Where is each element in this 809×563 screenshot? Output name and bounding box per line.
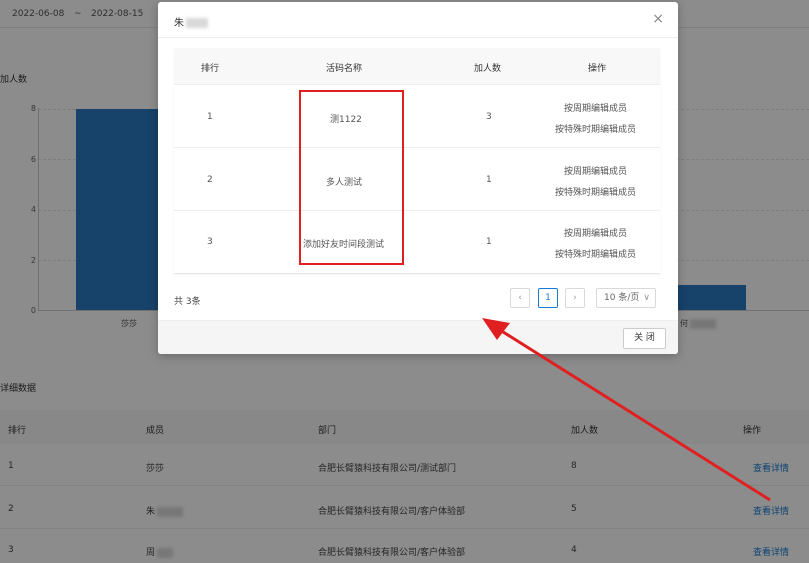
edit-by-period-link[interactable]: 按周期编辑成员 xyxy=(564,164,627,177)
row-count: 3 xyxy=(486,112,492,122)
qrcode-table-header: 排行 活码名称 加人数 操作 xyxy=(174,48,660,84)
member-detail-modal: 朱 × 排行 活码名称 加人数 操作 1 测1122 3 按周期编辑成员 按特殊… xyxy=(158,2,678,354)
page-size-label: 10 条/页 xyxy=(604,293,640,303)
total-count: 共 3条 xyxy=(174,297,201,307)
qrcode-table: 排行 活码名称 加人数 操作 1 测1122 3 按周期编辑成员 按特殊时期编辑… xyxy=(174,48,660,274)
table-row: 1 测1122 3 按周期编辑成员 按特殊时期编辑成员 xyxy=(174,84,660,147)
modal-footer: 关 闭 xyxy=(158,320,678,354)
page-size-select[interactable]: 10 条/页 ∨ xyxy=(596,288,656,308)
row-rank: 1 xyxy=(207,112,213,122)
table-row: 2 多人测试 1 按周期编辑成员 按特殊时期编辑成员 xyxy=(174,147,660,210)
pagination: 共 3条 ‹ 1 › 10 条/页 ∨ xyxy=(158,284,678,314)
edit-by-special-period-link[interactable]: 按特殊时期编辑成员 xyxy=(555,185,636,198)
col-rank: 排行 xyxy=(201,64,220,74)
edit-by-special-period-link[interactable]: 按特殊时期编辑成员 xyxy=(555,122,636,135)
row-rank: 3 xyxy=(207,237,213,247)
modal-title: 朱 xyxy=(174,14,208,29)
table-row: 3 添加好友时间段测试 1 按周期编辑成员 按特殊时期编辑成员 xyxy=(174,210,660,273)
col-op: 操作 xyxy=(588,64,607,74)
edit-by-period-link[interactable]: 按周期编辑成员 xyxy=(564,226,627,239)
chevron-down-icon: ∨ xyxy=(643,293,650,303)
close-button[interactable]: 关 闭 xyxy=(623,328,666,349)
col-count: 加人数 xyxy=(474,64,502,74)
highlight-box xyxy=(299,90,404,265)
prev-page-button[interactable]: ‹ xyxy=(510,288,530,308)
row-count: 1 xyxy=(486,175,492,185)
blurred-name xyxy=(186,18,208,28)
col-name: 活码名称 xyxy=(326,64,363,74)
edit-by-special-period-link[interactable]: 按特殊时期编辑成员 xyxy=(555,247,636,260)
next-page-button[interactable]: › xyxy=(565,288,585,308)
edit-by-period-link[interactable]: 按周期编辑成员 xyxy=(564,101,627,114)
row-rank: 2 xyxy=(207,175,213,185)
modal-header: 朱 × xyxy=(158,2,678,38)
row-count: 1 xyxy=(486,237,492,247)
close-icon[interactable]: × xyxy=(652,12,664,26)
page-1-button[interactable]: 1 xyxy=(538,288,558,308)
